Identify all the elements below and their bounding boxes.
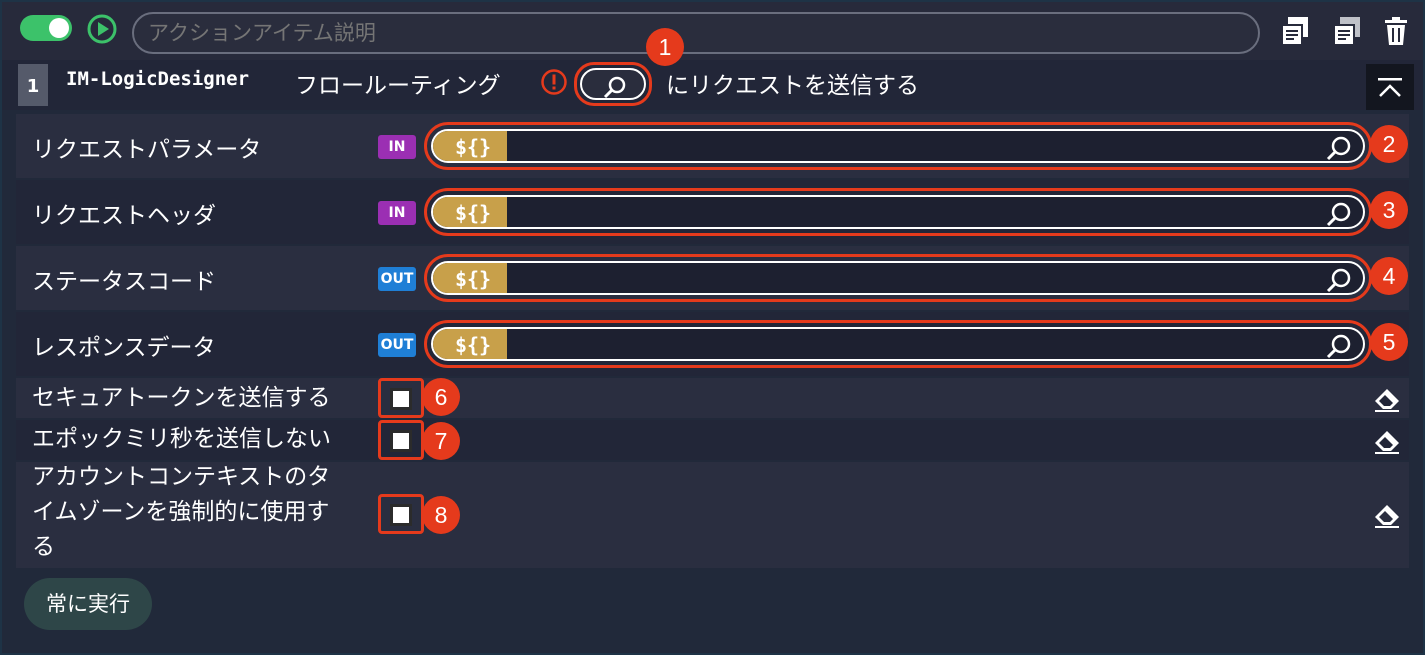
route-search-button[interactable] xyxy=(574,62,652,106)
option-row: エポックミリ秒を送信しない 7 xyxy=(16,420,1409,460)
search-icon[interactable] xyxy=(1325,201,1353,229)
route-search-inner xyxy=(580,68,646,100)
out-tag: OUT xyxy=(378,267,416,291)
callout-badge-2: 2 xyxy=(1370,125,1408,163)
param-label: レスポンスデータ xyxy=(32,335,216,361)
callout-badge-3: 3 xyxy=(1370,191,1408,229)
option-label-line: イムゾーンを強制的に使用す xyxy=(32,499,330,525)
variable-chip[interactable]: ${} xyxy=(433,197,507,227)
param-row: レスポンスデータ OUT ${} 5 xyxy=(16,312,1409,376)
paste-icon[interactable] xyxy=(1330,14,1364,48)
action-title-type: フロールーティング xyxy=(295,73,501,99)
checkbox-box xyxy=(390,388,412,410)
search-icon[interactable] xyxy=(1325,333,1353,361)
search-icon xyxy=(603,76,626,99)
param-field-inner: ${} xyxy=(431,129,1365,163)
action-item-panel: 1 IM-LogicDesigner フロールーティング 1 にリクエストを送信… xyxy=(0,0,1425,655)
search-icon[interactable] xyxy=(1325,267,1353,295)
option-label-line: アカウントコンテキストのタ xyxy=(32,464,331,490)
param-row: ステータスコード OUT ${} 4 xyxy=(16,246,1409,310)
param-row: リクエストヘッダ IN ${} 3 xyxy=(16,180,1409,244)
search-icon[interactable] xyxy=(1325,135,1353,163)
option-label: セキュアトークンを送信する xyxy=(32,385,331,411)
checkbox-box xyxy=(390,430,412,452)
option-row: セキュアトークンを送信する 6 xyxy=(16,378,1409,418)
eraser-icon[interactable] xyxy=(1372,426,1402,456)
option-row: アカウントコンテキストのタ イムゾーンを強制的に使用す る 8 xyxy=(16,462,1409,568)
in-tag: IN xyxy=(378,201,416,225)
param-label: ステータスコード xyxy=(32,269,216,295)
param-field-inner: ${} xyxy=(431,327,1365,361)
param-field-inner: ${} xyxy=(431,261,1365,295)
in-tag: IN xyxy=(378,135,416,159)
description-input[interactable] xyxy=(132,12,1260,54)
action-title-tail: にリクエストを送信する xyxy=(666,73,919,99)
option-label: アカウントコンテキストのタ イムゾーンを強制的に使用す る xyxy=(32,460,330,565)
param-label: リクエストパラメータ xyxy=(32,137,262,163)
callout-badge-4: 4 xyxy=(1370,257,1408,295)
play-icon[interactable] xyxy=(86,13,118,45)
copy-icon[interactable] xyxy=(1278,14,1312,48)
checkbox-epoch-millis[interactable] xyxy=(378,420,424,460)
callout-badge-8: 8 xyxy=(422,496,460,534)
eraser-icon[interactable] xyxy=(1372,500,1402,530)
enable-toggle[interactable] xyxy=(20,15,72,41)
param-field[interactable]: ${} xyxy=(424,188,1372,236)
checkbox-force-timezone[interactable] xyxy=(378,494,424,534)
callout-badge-6: 6 xyxy=(422,378,460,416)
trash-icon[interactable] xyxy=(1380,14,1414,48)
action-title-code: IM-LogicDesigner xyxy=(66,68,250,90)
callout-badge-1: 1 xyxy=(646,28,684,66)
option-label-line: る xyxy=(32,534,55,560)
eraser-icon[interactable] xyxy=(1372,384,1402,414)
option-label: エポックミリ秒を送信しない xyxy=(32,426,331,452)
callout-badge-7: 7 xyxy=(422,422,460,460)
collapse-icon xyxy=(1378,78,1402,97)
param-label: リクエストヘッダ xyxy=(32,203,216,229)
param-field[interactable]: ${} xyxy=(424,254,1372,302)
variable-chip[interactable]: ${} xyxy=(433,263,507,293)
checkbox-box xyxy=(390,504,412,526)
toolbar xyxy=(2,2,1423,62)
param-row: リクエストパラメータ IN ${} 2 xyxy=(16,114,1409,178)
callout-badge-5: 5 xyxy=(1370,323,1408,361)
variable-chip[interactable]: ${} xyxy=(433,131,507,161)
param-field[interactable]: ${} xyxy=(424,320,1372,368)
collapse-button[interactable] xyxy=(1366,64,1414,110)
variable-chip[interactable]: ${} xyxy=(433,329,507,359)
param-field-inner: ${} xyxy=(431,195,1365,229)
always-run-button[interactable]: 常に実行 xyxy=(24,578,152,630)
step-number: 1 xyxy=(18,64,48,106)
warning-icon xyxy=(541,69,567,95)
out-tag: OUT xyxy=(378,333,416,357)
toggle-knob xyxy=(49,18,69,38)
param-field[interactable]: ${} xyxy=(424,122,1372,170)
checkbox-secure-token[interactable] xyxy=(378,378,424,418)
